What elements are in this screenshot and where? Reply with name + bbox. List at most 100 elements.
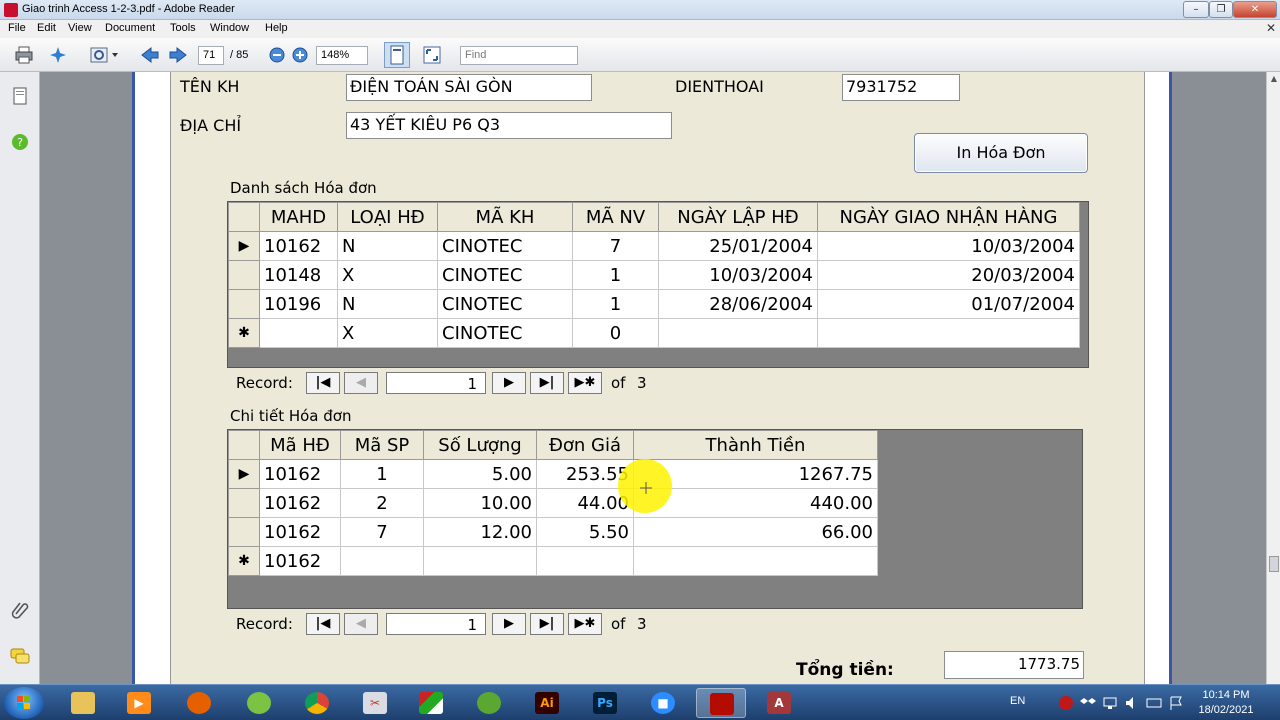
- menu-help[interactable]: Help: [265, 22, 288, 34]
- cell-masp[interactable]: [340, 546, 424, 576]
- keyboard-icon[interactable]: [1146, 695, 1162, 711]
- last-record-button[interactable]: ▶|: [530, 613, 564, 635]
- customer-name-field[interactable]: ĐIỆN TOÁN SÀI GÒN: [346, 74, 592, 101]
- column-header[interactable]: Thành Tiền: [633, 430, 878, 460]
- column-header[interactable]: Đơn Giá: [536, 430, 634, 460]
- row-selector[interactable]: [228, 488, 260, 518]
- cell-dongia[interactable]: 5.50: [536, 517, 634, 547]
- zoom-in-icon[interactable]: [291, 46, 309, 64]
- column-header[interactable]: NGÀY LẬP HĐ: [658, 202, 818, 232]
- taskbar-adobe-reader[interactable]: [696, 688, 746, 718]
- cell-masp[interactable]: 1: [340, 459, 424, 489]
- close-document-icon[interactable]: ✕: [1266, 21, 1276, 35]
- column-header[interactable]: Mã SP: [340, 430, 424, 460]
- minimize-button[interactable]: –: [1183, 1, 1209, 18]
- table-row-new[interactable]: ✱ X CINOTEC 0: [228, 318, 1080, 348]
- vertical-scrollbar[interactable]: ▲: [1266, 72, 1280, 684]
- cell-manv[interactable]: 7: [572, 231, 659, 261]
- cell-soluong[interactable]: 5.00: [423, 459, 537, 489]
- table-row-new[interactable]: ✱ 10162: [228, 546, 878, 576]
- new-record-button[interactable]: ▶✱: [568, 613, 602, 635]
- address-field[interactable]: 43 YẾT KIÊU P6 Q3: [346, 112, 672, 139]
- table-row[interactable]: 10162 2 10.00 44.00 440.00: [228, 488, 878, 518]
- new-row-selector[interactable]: ✱: [228, 318, 260, 348]
- taskbar-access[interactable]: A: [754, 688, 804, 718]
- cell-ngaygiao[interactable]: [817, 318, 1080, 348]
- row-selector[interactable]: [228, 517, 260, 547]
- taskbar-illustrator[interactable]: Ai: [522, 688, 572, 718]
- cell-ngaylap[interactable]: 25/01/2004: [658, 231, 818, 261]
- row-selector[interactable]: [228, 289, 260, 319]
- cell-thanhtien[interactable]: [633, 546, 878, 576]
- last-record-button[interactable]: ▶|: [530, 372, 564, 394]
- taskbar-photoshop[interactable]: Ps: [580, 688, 630, 718]
- cell-loai[interactable]: X: [337, 260, 438, 290]
- next-record-button[interactable]: ▶: [492, 613, 526, 635]
- printer-icon[interactable]: [14, 46, 34, 64]
- cell-mahd[interactable]: 10148: [259, 260, 338, 290]
- cell-mahd[interactable]: 10162: [259, 488, 341, 518]
- system-clock[interactable]: 10:14 PM 18/02/2021: [1196, 688, 1256, 718]
- taskbar-explorer[interactable]: [58, 688, 108, 718]
- column-header[interactable]: LOẠI HĐ: [337, 202, 438, 232]
- cell-soluong[interactable]: [423, 546, 537, 576]
- menu-view[interactable]: View: [68, 22, 92, 34]
- cell-ngaylap[interactable]: 10/03/2004: [658, 260, 818, 290]
- phone-field[interactable]: 7931752: [842, 74, 960, 101]
- taskbar-snipping-tool[interactable]: ✂: [350, 688, 400, 718]
- first-record-button[interactable]: |◀: [306, 372, 340, 394]
- cell-mahd[interactable]: 10162: [259, 546, 341, 576]
- table-row[interactable]: 10148 X CINOTEC 1 10/03/2004 20/03/2004: [228, 260, 1080, 290]
- cell-manv[interactable]: 1: [572, 289, 659, 319]
- record-number-input[interactable]: 1: [386, 372, 486, 394]
- cell-makh[interactable]: CINOTEC: [437, 260, 573, 290]
- scroll-thumb[interactable]: [1269, 556, 1279, 572]
- cell-loai[interactable]: N: [337, 231, 438, 261]
- cell-masp[interactable]: 7: [340, 517, 424, 547]
- zoom-out-icon[interactable]: [268, 46, 286, 64]
- taskbar-corel[interactable]: [464, 688, 514, 718]
- fit-page-icon[interactable]: [384, 42, 410, 68]
- cell-makh[interactable]: CINOTEC: [437, 318, 573, 348]
- mcafee-icon[interactable]: [1058, 695, 1074, 711]
- previous-page-icon[interactable]: [140, 46, 160, 64]
- new-row-selector[interactable]: ✱: [228, 546, 260, 576]
- cell-masp[interactable]: 2: [340, 488, 424, 518]
- menu-tools[interactable]: Tools: [170, 22, 196, 34]
- cell-ngaylap[interactable]: [658, 318, 818, 348]
- taskbar-chrome[interactable]: [292, 688, 342, 718]
- taskbar-media-player[interactable]: ▶: [114, 688, 164, 718]
- taskbar-greenshot[interactable]: [234, 688, 284, 718]
- maximize-button[interactable]: ❐: [1209, 1, 1233, 18]
- cell-soluong[interactable]: 12.00: [423, 517, 537, 547]
- cell-mahd[interactable]: [259, 318, 338, 348]
- row-selector[interactable]: [228, 260, 260, 290]
- cell-loai[interactable]: X: [337, 318, 438, 348]
- next-record-button[interactable]: ▶: [492, 372, 526, 394]
- total-field[interactable]: 1773.75: [944, 651, 1084, 679]
- cell-manv[interactable]: 1: [572, 260, 659, 290]
- column-header[interactable]: MAHD: [259, 202, 338, 232]
- cell-manv[interactable]: 0: [572, 318, 659, 348]
- cell-makh[interactable]: CINOTEC: [437, 231, 573, 261]
- column-header[interactable]: Số Lượng: [423, 430, 537, 460]
- new-record-button[interactable]: ▶✱: [568, 372, 602, 394]
- attachment-icon[interactable]: [10, 600, 30, 620]
- cell-mahd[interactable]: 10196: [259, 289, 338, 319]
- dropbox-icon[interactable]: [1080, 695, 1096, 711]
- table-row[interactable]: ▶ 10162 1 5.00 253.55 1267.75: [228, 459, 878, 489]
- cell-thanhtien[interactable]: 66.00: [633, 517, 878, 547]
- column-header[interactable]: Mã HĐ: [259, 430, 341, 460]
- menu-edit[interactable]: Edit: [37, 22, 56, 34]
- previous-record-button[interactable]: ◀: [344, 613, 378, 635]
- first-record-button[interactable]: |◀: [306, 613, 340, 635]
- table-row[interactable]: 10162 7 12.00 5.50 66.00: [228, 517, 878, 547]
- cell-mahd[interactable]: 10162: [259, 459, 341, 489]
- taskbar-winrar[interactable]: [406, 688, 456, 718]
- start-button[interactable]: [4, 687, 44, 719]
- row-selector[interactable]: ▶: [228, 231, 260, 261]
- zoom-select[interactable]: 148%: [316, 46, 368, 65]
- record-number-input[interactable]: 1: [386, 613, 486, 635]
- cell-mahd[interactable]: 10162: [259, 231, 338, 261]
- cell-ngaygiao[interactable]: 20/03/2004: [817, 260, 1080, 290]
